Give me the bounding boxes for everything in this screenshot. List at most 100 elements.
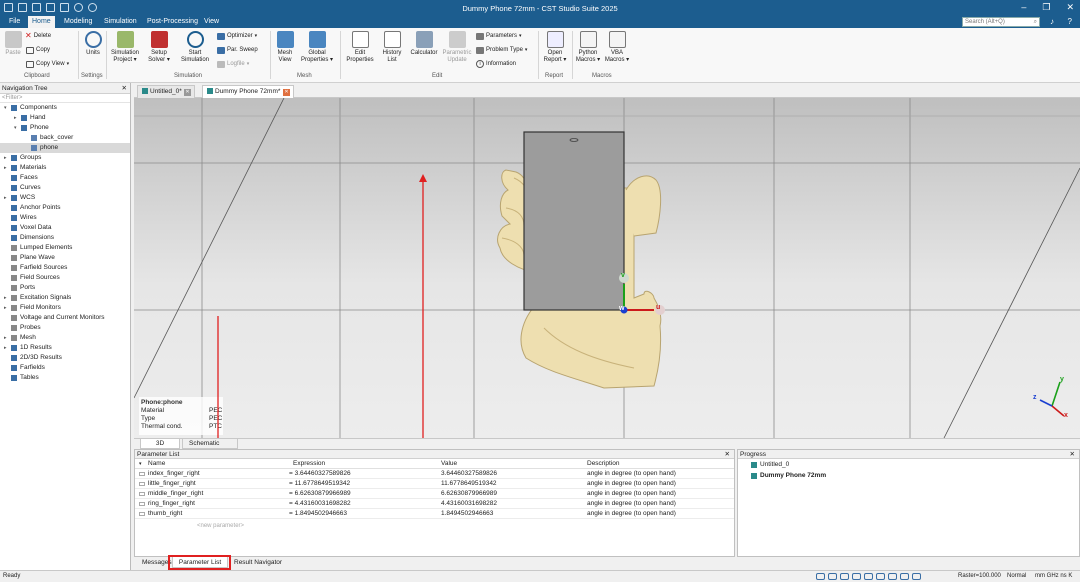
information-button[interactable]: i Information [476, 60, 516, 68]
delete-button[interactable]: ✕ Delete [25, 32, 51, 40]
calculator-button[interactable]: Calculator [408, 31, 440, 57]
expand-icon[interactable]: ▸ [4, 333, 7, 343]
column-name[interactable]: Name [148, 459, 165, 469]
tree-item-curves[interactable]: Curves [0, 183, 130, 193]
tree-item-mesh[interactable]: ▸ Mesh [0, 333, 130, 343]
global-properties-button[interactable]: Global Properties ▾ [300, 31, 334, 64]
parameter-row[interactable]: little_finger_right = 11.6778649519342 11.… [135, 479, 734, 489]
tab-home[interactable]: Home [28, 16, 55, 28]
parameter-row[interactable]: index_finger_right = 3.64460327589826 3.64… [135, 469, 734, 479]
expand-icon[interactable]: ▾ [4, 103, 7, 113]
tree-item-components[interactable]: ▾ Components [0, 103, 130, 113]
expand-icon[interactable]: ▸ [4, 303, 7, 313]
parameter-expression[interactable]: = 3.64460327589826 [289, 469, 351, 479]
reset-view-icon[interactable] [852, 573, 861, 580]
shading-icon[interactable] [912, 573, 921, 580]
copy-view-button[interactable]: Copy View ▾ [26, 60, 69, 68]
parameter-row[interactable]: thumb_right = 1.8494502946663 1.8494502946… [135, 509, 734, 519]
expand-icon[interactable]: ▸ [14, 113, 17, 123]
tree-item-materials[interactable]: ▸ Materials [0, 163, 130, 173]
expand-icon[interactable]: ▾ [14, 123, 17, 133]
tree-item-dimensions[interactable]: Dimensions [0, 233, 130, 243]
edit-properties-button[interactable]: Edit Properties [344, 31, 376, 64]
tree-item-voxel-data[interactable]: Voxel Data [0, 223, 130, 233]
pan-icon[interactable] [828, 573, 837, 580]
tree-item-field-monitors[interactable]: ▸ Field Monitors [0, 303, 130, 313]
new-parameter-row[interactable]: <new parameter> [197, 523, 244, 529]
tab-post-processing[interactable]: Post-Processing [143, 16, 202, 28]
minimize-button[interactable]: – [1021, 2, 1026, 13]
tab-schematic[interactable]: Schematic [182, 439, 238, 449]
par-sweep-button[interactable]: Par. Sweep [217, 46, 258, 54]
progress-item-untitled[interactable]: Untitled_0 [738, 459, 1079, 470]
history-list-button[interactable]: History List [380, 31, 404, 64]
column-value[interactable]: Value [441, 459, 457, 469]
tree-item-ports[interactable]: Ports [0, 283, 130, 293]
tree-item-hand[interactable]: ▸ Hand [0, 113, 130, 123]
tab-file[interactable]: File [5, 16, 24, 28]
tree-item-plane-wave[interactable]: Plane Wave [0, 253, 130, 263]
tree-item-anchor-points[interactable]: Anchor Points [0, 203, 130, 213]
simulation-project-button[interactable]: Simulation Project ▾ [110, 31, 140, 64]
open-report-button[interactable]: Open Report ▾ [542, 31, 568, 64]
tree-item-wcs[interactable]: ▸ WCS [0, 193, 130, 203]
parameter-expression[interactable]: = 6.62630879966989 [289, 489, 351, 499]
column-description[interactable]: Description [587, 459, 620, 469]
tree-item-2d-3d-results[interactable]: 2D/3D Results [0, 353, 130, 363]
doc-tab-untitled[interactable]: Untitled_0* ✕ [137, 85, 195, 98]
tree-item-excitation-signals[interactable]: ▸ Excitation Signals [0, 293, 130, 303]
expand-icon[interactable]: ▸ [4, 193, 7, 203]
tree-item-phone[interactable]: phone [0, 143, 130, 153]
tab-3d[interactable]: 3D [140, 439, 180, 449]
tree-item-1d-results[interactable]: ▸ 1D Results [0, 343, 130, 353]
close-icon[interactable]: ✕ [122, 83, 127, 94]
help-icon[interactable]: ? [1068, 17, 1072, 26]
paste-button[interactable]: Paste [3, 31, 23, 57]
setup-solver-button[interactable]: Setup Solver ▾ [146, 31, 172, 64]
tree-filter-input[interactable]: <Filter> [0, 94, 130, 103]
tree-item-phone[interactable]: ▾ Phone [0, 123, 130, 133]
logfile-button[interactable]: Logfile ▾ [217, 60, 249, 68]
parameters-button[interactable]: Parameters ▾ [476, 32, 522, 40]
doc-tab-dummy-phone[interactable]: Dummy Phone 72mm* ✕ [202, 85, 294, 98]
maximize-button[interactable]: ❐ [1042, 2, 1050, 13]
tree-item-faces[interactable]: Faces [0, 173, 130, 183]
mesh-view-button[interactable]: Mesh View [274, 31, 296, 64]
close-tab-icon[interactable]: ✕ [283, 89, 290, 96]
tree-item-wires[interactable]: Wires [0, 213, 130, 223]
tab-result-navigator[interactable]: Result Navigator [230, 557, 286, 568]
tree-item-lumped-elements[interactable]: Lumped Elements [0, 243, 130, 253]
fit-view-icon[interactable] [864, 573, 873, 580]
expand-icon[interactable]: ▸ [4, 153, 7, 163]
tree-item-voltage-and-current-monitors[interactable]: Voltage and Current Monitors [0, 313, 130, 323]
3d-view[interactable]: v u w y x z Phone:phone Material PEC Type… [134, 98, 1080, 438]
tab-modeling[interactable]: Modeling [60, 16, 96, 28]
close-button[interactable]: ✕ [1066, 2, 1074, 13]
parametric-update-button[interactable]: Parametric Update [440, 31, 474, 64]
tree-item-back-cover[interactable]: back_cover [0, 133, 130, 143]
expand-icon[interactable]: ▸ [4, 163, 7, 173]
parameter-expression[interactable]: = 1.8494502946663 [289, 509, 347, 519]
tab-view[interactable]: View [200, 16, 223, 28]
tree-item-probes[interactable]: Probes [0, 323, 130, 333]
problem-type-button[interactable]: Problem Type ▾ [476, 46, 527, 54]
parameter-row[interactable]: middle_finger_right = 6.62630879966989 6.6… [135, 489, 734, 499]
expand-icon[interactable]: ▸ [4, 343, 7, 353]
tree-item-groups[interactable]: ▸ Groups [0, 153, 130, 163]
optimizer-button[interactable]: Optimizer ▾ [217, 32, 257, 40]
grid-icon[interactable] [900, 573, 909, 580]
search-input[interactable]: Search (Alt+Q) ⌕ [962, 17, 1040, 27]
close-icon[interactable]: ✕ [725, 450, 730, 459]
column-expression[interactable]: Expression [293, 459, 325, 469]
tree-item-tables[interactable]: Tables [0, 373, 130, 383]
tree-item-farfield-sources[interactable]: Farfield Sources [0, 263, 130, 273]
tree-item-field-sources[interactable]: Field Sources [0, 273, 130, 283]
expand-icon[interactable]: ▸ [4, 293, 7, 303]
progress-item-dummy-phone[interactable]: Dummy Phone 72mm [738, 470, 1079, 481]
close-tab-icon[interactable]: ✕ [184, 89, 191, 96]
start-simulation-button[interactable]: Start Simulation [179, 31, 211, 64]
copy-button[interactable]: Copy [26, 46, 50, 54]
pick-icon[interactable] [888, 573, 897, 580]
zoom-icon[interactable] [816, 573, 825, 580]
units-button[interactable]: Units [83, 31, 103, 57]
